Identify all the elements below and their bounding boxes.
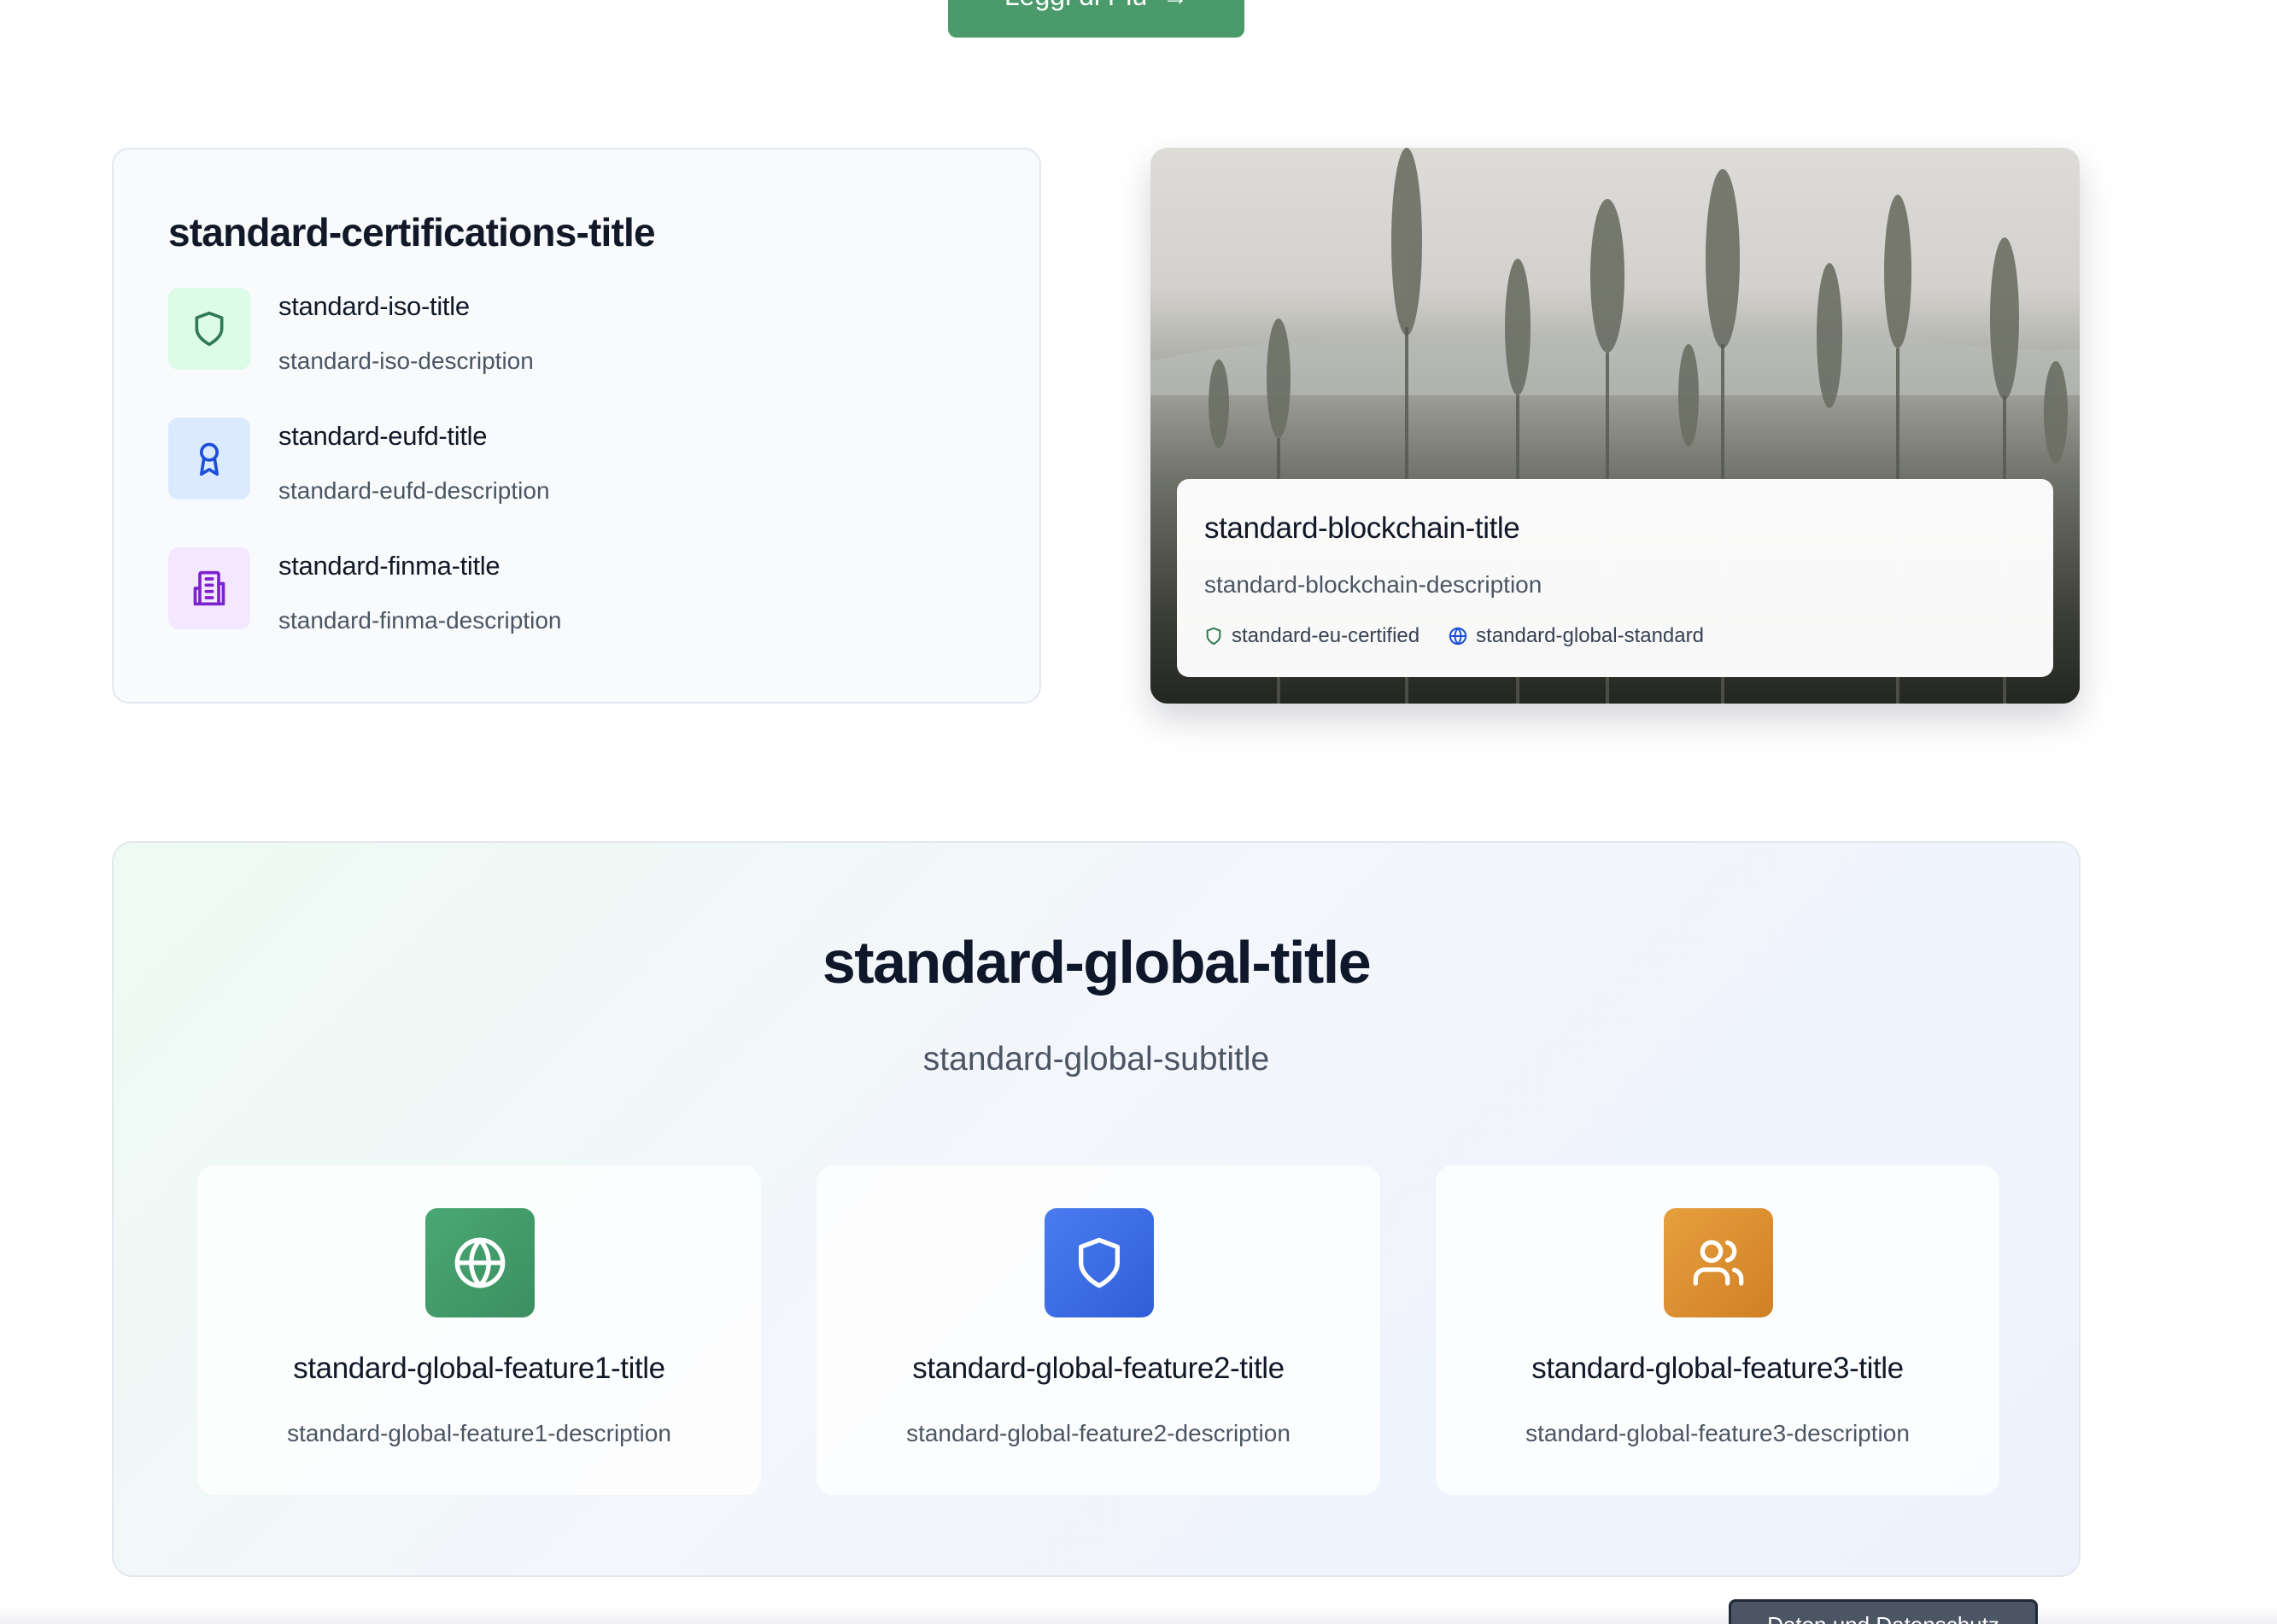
global-standard-label: standard-global-standard bbox=[1476, 624, 1704, 647]
global-feature-card-3: standard-global-feature3-title standard-… bbox=[1436, 1165, 1999, 1495]
global-feature-description: standard-global-feature3-description bbox=[1525, 1420, 1910, 1446]
blockchain-title: standard-blockchain-title bbox=[1204, 511, 1520, 545]
read-more-label: Leggi di Più bbox=[1004, 0, 1147, 12]
blockchain-card: standard-blockchain-title standard-block… bbox=[1150, 148, 2080, 704]
certification-description: standard-iso-description bbox=[278, 348, 534, 374]
shield-icon bbox=[1206, 627, 1221, 646]
certification-title: standard-iso-title bbox=[278, 291, 470, 321]
global-standard-section: standard-global-title standard-global-su… bbox=[112, 841, 2081, 1577]
certification-item-eufd: standard-eufd-title standard-eufd-descri… bbox=[168, 418, 985, 547]
certification-description: standard-finma-description bbox=[278, 607, 562, 634]
certification-title: standard-eufd-title bbox=[278, 421, 488, 451]
certification-item-iso: standard-iso-title standard-iso-descript… bbox=[168, 288, 985, 418]
global-subtitle: standard-global-subtitle bbox=[922, 1041, 1270, 1078]
global-feature-title: standard-global-feature1-title bbox=[293, 1352, 665, 1385]
globe-icon bbox=[1449, 627, 1467, 646]
users-icon bbox=[1664, 1208, 1773, 1317]
certifications-card: standard-certifications-title standard-i… bbox=[112, 148, 1041, 704]
global-standard-tag: standard-global-standard bbox=[1449, 624, 1704, 648]
shield-icon bbox=[168, 288, 250, 370]
eu-certified-label: standard-eu-certified bbox=[1232, 624, 1420, 647]
award-icon bbox=[168, 418, 250, 499]
certification-item-finma: standard-finma-title standard-finma-desc… bbox=[168, 547, 985, 677]
privacy-button[interactable]: Daten und Datenschutz bbox=[1729, 1599, 2038, 1624]
certification-title: standard-finma-title bbox=[278, 551, 500, 581]
global-feature-card-1: standard-global-feature1-title standard-… bbox=[197, 1165, 761, 1495]
global-feature-card-2: standard-global-feature2-title standard-… bbox=[817, 1165, 1380, 1495]
global-feature-title: standard-global-feature3-title bbox=[1531, 1352, 1904, 1385]
shield-icon bbox=[1045, 1208, 1154, 1317]
global-feature-description: standard-global-feature2-description bbox=[906, 1420, 1291, 1446]
blockchain-tags: standard-eu-certified standard-global-st… bbox=[1204, 624, 2026, 648]
certification-description: standard-eufd-description bbox=[278, 477, 550, 504]
global-feature-title: standard-global-feature2-title bbox=[912, 1352, 1285, 1385]
building-icon bbox=[168, 547, 250, 629]
certifications-list: standard-iso-title standard-iso-descript… bbox=[168, 288, 985, 677]
global-feature-description: standard-global-feature1-description bbox=[287, 1420, 671, 1446]
blockchain-info-panel: standard-blockchain-title standard-block… bbox=[1177, 479, 2053, 677]
read-more-button[interactable]: Leggi di Più → bbox=[948, 0, 1244, 38]
global-title: standard-global-title bbox=[822, 929, 1372, 996]
page: Leggi di Più → standard-certifications-t… bbox=[0, 0, 2277, 1624]
certifications-title: standard-certifications-title bbox=[168, 210, 656, 254]
arrow-right-icon: → bbox=[1162, 0, 1188, 12]
globe-icon bbox=[425, 1208, 535, 1317]
blockchain-description: standard-blockchain-description bbox=[1204, 571, 1542, 598]
eu-certified-tag: standard-eu-certified bbox=[1204, 624, 1419, 648]
